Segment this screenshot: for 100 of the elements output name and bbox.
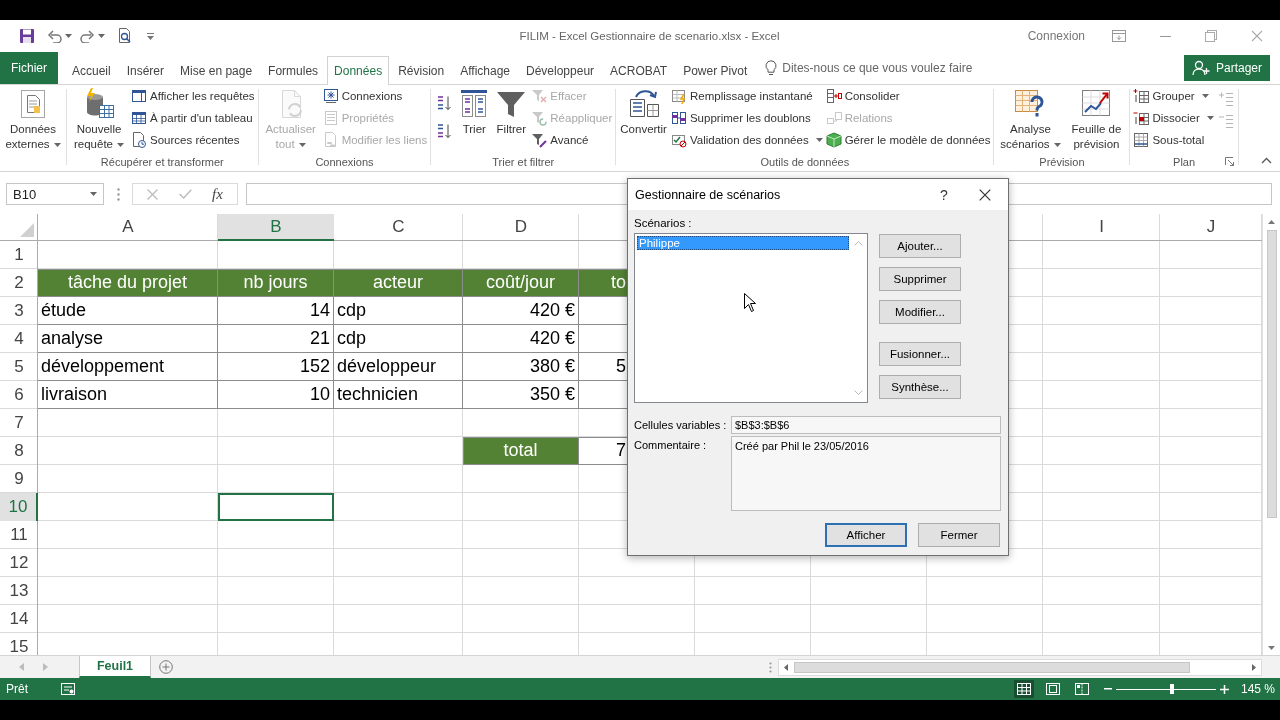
- dialog-button[interactable]: Modifier...: [879, 300, 961, 324]
- close-icon[interactable]: [979, 188, 991, 201]
- scrollbar-thumb[interactable]: [794, 661, 1190, 673]
- row-header[interactable]: 13: [0, 577, 38, 605]
- scroll-left-icon[interactable]: [784, 663, 788, 671]
- zoom-level[interactable]: 145 %: [1240, 682, 1275, 696]
- sign-in-link[interactable]: Connexion: [1027, 29, 1085, 43]
- ribbon-button[interactable]: Remplissage instantané: [669, 85, 824, 107]
- column-header[interactable]: I: [1043, 214, 1160, 241]
- ribbon-tab[interactable]: Power Pivot: [676, 56, 755, 85]
- print-preview-icon[interactable]: [117, 28, 133, 44]
- column-header[interactable]: D: [463, 214, 579, 241]
- sort-descending-icon[interactable]: [436, 123, 453, 139]
- sort-ascending-icon[interactable]: [436, 95, 453, 111]
- splitter-handle-icon[interactable]: [117, 187, 120, 201]
- splitter-handle-icon[interactable]: [769, 661, 772, 673]
- ribbon-button[interactable]: Analyse scénarios: [996, 85, 1065, 152]
- comment-field[interactable]: Créé par Phil le 23/05/2016: [731, 436, 1001, 511]
- row-header[interactable]: 12: [0, 549, 38, 577]
- row-header[interactable]: 3: [0, 297, 38, 325]
- dialog-launcher-icon[interactable]: [1224, 157, 1234, 166]
- share-button[interactable]: Partager: [1183, 55, 1270, 81]
- row-header[interactable]: 6: [0, 381, 38, 409]
- zoom-slider-thumb[interactable]: [1169, 684, 1174, 694]
- dialog-button[interactable]: Ajouter...: [879, 234, 961, 258]
- caret-icon[interactable]: [65, 34, 72, 38]
- ribbon-button[interactable]: Nouvelle requête: [69, 85, 129, 152]
- check-icon[interactable]: [178, 189, 192, 199]
- ribbon-button[interactable]: Connexions: [321, 85, 429, 107]
- ribbon-tab[interactable]: Révision: [391, 56, 452, 85]
- sheet-tab[interactable]: Feuil1: [79, 656, 151, 678]
- scroll-up-icon[interactable]: [1268, 220, 1275, 224]
- ribbon-button[interactable]: Trier: [456, 85, 493, 137]
- horizontal-scrollbar[interactable]: [778, 658, 1262, 676]
- undo-icon[interactable]: [47, 29, 62, 43]
- column-header[interactable]: J: [1160, 214, 1262, 241]
- collapse-ribbon-icon[interactable]: [1261, 157, 1272, 164]
- save-icon[interactable]: [19, 28, 35, 44]
- row-header[interactable]: 8: [0, 437, 38, 465]
- ribbon-tab[interactable]: Accueil: [65, 56, 118, 85]
- restore-icon[interactable]: [1205, 30, 1217, 42]
- ribbon-display-icon[interactable]: [1112, 30, 1126, 42]
- ribbon-button[interactable]: Afficher les requêtes: [130, 85, 256, 107]
- view-button[interactable]: [1013, 680, 1034, 698]
- minimize-icon[interactable]: [1159, 35, 1171, 37]
- row-header[interactable]: 1: [0, 241, 38, 269]
- customize-toolbar-icon[interactable]: [147, 32, 154, 40]
- ribbon-button[interactable]: Dissocier: [1132, 107, 1215, 129]
- row-header[interactable]: 9: [0, 465, 38, 493]
- ribbon-tab[interactable]: ACROBAT: [603, 56, 675, 85]
- ribbon-button[interactable]: Sources récentes: [130, 129, 256, 151]
- ribbon-button[interactable]: Convertir: [618, 85, 669, 137]
- ribbon-tab[interactable]: Mise en page: [173, 56, 260, 85]
- caret-icon[interactable]: [98, 34, 105, 38]
- ribbon-button[interactable]: Gérer le modèle de données: [824, 129, 992, 151]
- ribbon-button[interactable]: À partir d'un tableau: [130, 107, 256, 129]
- ribbon-button[interactable]: Filtrer: [493, 85, 530, 137]
- scroll-down-icon[interactable]: [1268, 646, 1275, 650]
- ribbon-button[interactable]: Avancé: [530, 129, 614, 151]
- help-button[interactable]: ?: [926, 186, 962, 203]
- row-header[interactable]: 15: [0, 633, 38, 655]
- ribbon-button[interactable]: Feuille de prévision: [1065, 85, 1128, 152]
- changing-cells-field[interactable]: $B$3:$B$6: [731, 416, 1001, 434]
- row-header[interactable]: 2: [0, 269, 38, 297]
- ribbon-button[interactable]: Consolider: [824, 85, 992, 107]
- zoom-in-icon[interactable]: [1219, 684, 1229, 694]
- column-header[interactable]: A: [38, 214, 218, 241]
- column-header[interactable]: C: [334, 214, 463, 241]
- row-header[interactable]: 4: [0, 325, 38, 353]
- ribbon-button[interactable]: Données externes: [2, 85, 64, 152]
- ribbon-button[interactable]: Grouper: [1132, 85, 1215, 107]
- ribbon-tab[interactable]: Développeur: [519, 56, 602, 85]
- vertical-scrollbar[interactable]: [1262, 214, 1280, 655]
- ribbon-tab[interactable]: Données: [327, 56, 390, 85]
- ribbon-button[interactable]: Supprimer les doublons: [669, 107, 824, 129]
- scroll-right-icon[interactable]: [1252, 663, 1256, 671]
- ribbon-button[interactable]: Validation des données: [669, 129, 824, 151]
- ribbon-tab[interactable]: Affichage: [453, 56, 517, 85]
- row-header[interactable]: 14: [0, 605, 38, 633]
- scrollbar-thumb[interactable]: [1266, 230, 1277, 518]
- row-header[interactable]: 5: [0, 353, 38, 381]
- dialog-button[interactable]: Supprimer: [879, 267, 961, 291]
- ribbon-tab[interactable]: Insérer: [119, 56, 172, 85]
- add-sheet-icon[interactable]: [159, 660, 173, 674]
- ribbon-tab[interactable]: Formules: [261, 56, 326, 85]
- row-header[interactable]: 11: [0, 521, 38, 549]
- redo-icon[interactable]: [80, 29, 95, 43]
- dialog-button[interactable]: Fermer: [918, 523, 1000, 547]
- dialog-button[interactable]: Synthèse...: [879, 375, 961, 399]
- insert-function-button[interactable]: fx: [211, 185, 223, 203]
- column-header[interactable]: B: [218, 214, 334, 241]
- macro-record-icon[interactable]: [61, 683, 75, 695]
- row-header[interactable]: 7: [0, 409, 38, 437]
- tell-me-field[interactable]: Dites-nous ce que vous voulez faire: [782, 61, 1008, 75]
- ribbon-tab[interactable]: Fichier: [0, 52, 58, 84]
- row-header[interactable]: 10: [0, 493, 38, 521]
- ribbon-button[interactable]: Sous-total: [1132, 129, 1215, 151]
- dialog-button[interactable]: Afficher: [825, 523, 907, 547]
- name-box[interactable]: B10: [6, 183, 104, 205]
- dialog-button[interactable]: Fusionner...: [879, 342, 961, 366]
